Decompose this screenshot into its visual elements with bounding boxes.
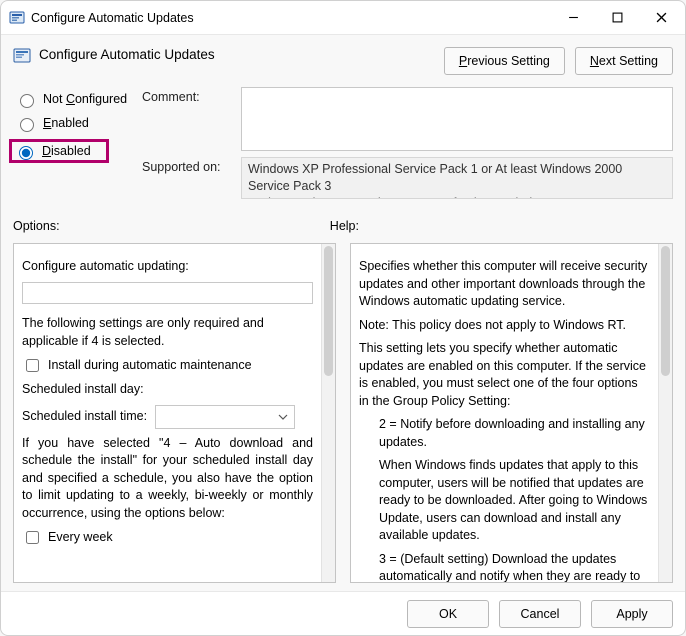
- help-pane: Specifies whether this computer will rec…: [350, 243, 673, 583]
- options-pane: Configure automatic updating: The follow…: [13, 243, 336, 583]
- close-button[interactable]: [639, 3, 683, 33]
- radio-not-configured-input[interactable]: [20, 94, 34, 108]
- maximize-icon: [612, 12, 623, 23]
- help-opt2-desc: When Windows finds updates that apply to…: [359, 457, 650, 545]
- comment-textarea[interactable]: [241, 87, 673, 151]
- minimize-icon: [568, 12, 579, 23]
- radio-disabled-input[interactable]: [19, 146, 33, 160]
- options-paragraph: If you have selected "4 – Auto download …: [22, 435, 313, 523]
- radio-enabled-label: Enabled: [43, 116, 89, 130]
- radio-enabled[interactable]: Enabled: [13, 111, 138, 135]
- every-week-input[interactable]: [26, 531, 39, 544]
- dialog-window: Configure Automatic Updates: [0, 0, 686, 636]
- policy-icon: [13, 47, 31, 65]
- auto-update-mode-input[interactable]: [22, 282, 313, 304]
- options-label: Options:: [13, 219, 330, 233]
- help-p3: This setting lets you specify whether au…: [359, 340, 650, 410]
- help-label: Help:: [330, 219, 673, 233]
- help-opt2: 2 = Notify before downloading and instal…: [359, 416, 650, 451]
- minimize-button[interactable]: [551, 3, 595, 33]
- options-content: Configure automatic updating: The follow…: [14, 244, 321, 582]
- options-required-note: The following settings are only required…: [22, 315, 313, 350]
- help-scrollbar[interactable]: [658, 244, 672, 582]
- help-content: Specifies whether this computer will rec…: [351, 244, 658, 582]
- install-during-maintenance-input[interactable]: [26, 359, 39, 372]
- section-labels: Options: Help:: [13, 219, 673, 233]
- install-during-maintenance-label: Install during automatic maintenance: [48, 357, 252, 375]
- scheduled-day-row: Scheduled install day:: [22, 381, 313, 399]
- help-p2: Note: This policy does not apply to Wind…: [359, 317, 650, 335]
- scrollbar-thumb[interactable]: [661, 246, 670, 376]
- panes: Configure automatic updating: The follow…: [13, 243, 673, 583]
- heading-row: Configure Automatic Updates Previous Set…: [13, 45, 673, 75]
- policy-title: Configure Automatic Updates: [39, 47, 215, 62]
- every-week-label: Every week: [48, 529, 113, 547]
- chevron-down-icon: [278, 412, 288, 422]
- scrollbar-thumb[interactable]: [324, 246, 333, 376]
- close-icon: [656, 12, 667, 23]
- title-bar: Configure Automatic Updates: [1, 1, 685, 35]
- ok-button[interactable]: OK: [407, 600, 489, 628]
- config-grid: Not Configured Enabled Disabled Comment:…: [13, 87, 673, 205]
- scheduled-time-row: Scheduled install time:: [22, 405, 313, 429]
- scheduled-time-select[interactable]: [155, 405, 295, 429]
- every-week-checkbox[interactable]: Every week: [22, 528, 313, 547]
- supported-label: Supported on:: [142, 157, 237, 199]
- next-setting-button[interactable]: Next Setting: [575, 47, 673, 75]
- radio-disabled[interactable]: Disabled: [9, 139, 109, 163]
- comment-label: Comment:: [142, 87, 237, 151]
- install-during-maintenance-checkbox[interactable]: Install during automatic maintenance: [22, 356, 313, 375]
- app-icon: [9, 10, 25, 26]
- help-p1: Specifies whether this computer will rec…: [359, 258, 650, 311]
- window-title: Configure Automatic Updates: [31, 11, 194, 25]
- radio-enabled-input[interactable]: [20, 118, 34, 132]
- dialog-footer: OK Cancel Apply: [1, 591, 685, 635]
- radio-not-configured-label: Not Configured: [43, 92, 127, 106]
- radio-disabled-label: Disabled: [42, 144, 91, 158]
- scheduled-day-label: Scheduled install day:: [22, 381, 144, 399]
- state-radios: Not Configured Enabled Disabled: [13, 87, 138, 205]
- options-heading: Configure automatic updating:: [22, 258, 313, 276]
- help-opt3: 3 = (Default setting) Download the updat…: [359, 551, 650, 583]
- body: Configure Automatic Updates Previous Set…: [1, 35, 685, 591]
- options-scrollbar[interactable]: [321, 244, 335, 582]
- scheduled-time-label: Scheduled install time:: [22, 408, 147, 426]
- maximize-button[interactable]: [595, 3, 639, 33]
- previous-setting-button[interactable]: Previous Setting: [444, 47, 565, 75]
- cancel-button[interactable]: Cancel: [499, 600, 581, 628]
- supported-on-textbox: Windows XP Professional Service Pack 1 o…: [241, 157, 673, 199]
- apply-button[interactable]: Apply: [591, 600, 673, 628]
- radio-not-configured[interactable]: Not Configured: [13, 87, 138, 111]
